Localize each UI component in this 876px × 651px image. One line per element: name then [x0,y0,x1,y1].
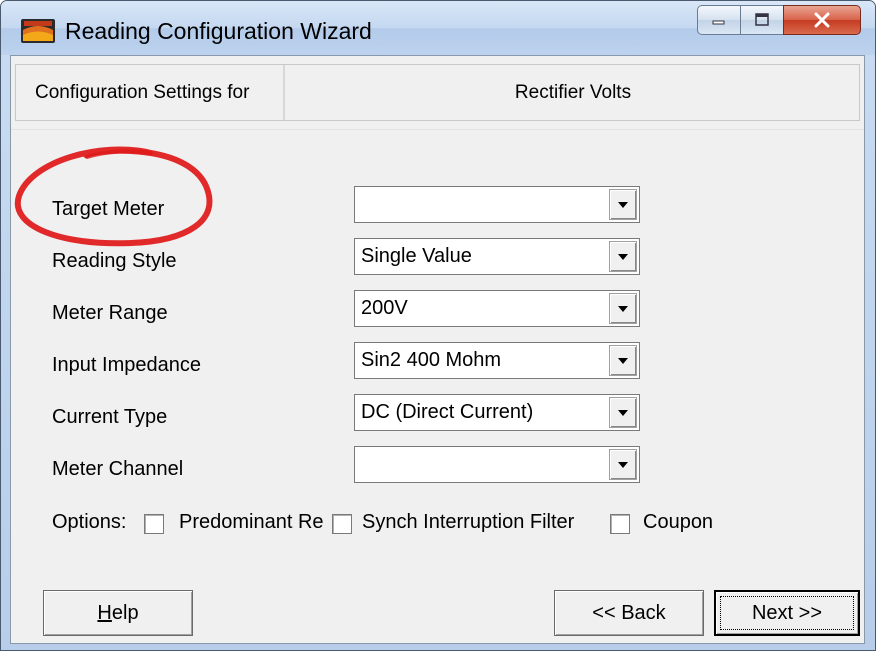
config-header: Configuration Settings for Rectifier Vol… [15,64,860,121]
reading-style-value: Single Value [361,245,472,267]
wizard-content: Configuration Settings for Rectifier Vol… [10,55,865,644]
dropdown-arrow-icon [618,253,628,260]
input-impedance-select[interactable]: Sin2 400 Mohm [354,342,640,379]
coupon-checkbox-label[interactable]: Coupon [643,511,713,534]
input-impedance-label: Input Impedance [52,354,201,376]
synch-interruption-filter-label[interactable]: Synch Interruption Filter [362,511,574,534]
wizard-window: Reading Configuration Wizard Configurati… [0,0,876,651]
reading-style-dropdown-button[interactable] [609,241,637,272]
dropdown-arrow-icon [618,201,628,208]
minimize-button[interactable] [697,5,741,35]
back-button-label: << Back [592,601,666,624]
predominant-checkbox[interactable] [144,514,164,534]
dropdown-arrow-icon [618,409,628,416]
target-meter-dropdown-button[interactable] [609,189,637,220]
help-button-label: Help [97,601,139,624]
target-meter-label: Target Meter [52,198,165,220]
meter-channel-select[interactable] [354,446,640,483]
current-type-label: Current Type [52,406,168,428]
focus-rectangle [720,596,854,630]
app-logo-icon [21,19,55,43]
maximize-button[interactable] [740,5,784,35]
predominant-checkbox-label[interactable]: Predominant Re [179,511,329,534]
reading-style-select[interactable]: Single Value [354,238,640,275]
reading-style-label: Reading Style [52,250,177,272]
current-type-select[interactable]: DC (Direct Current) [354,394,640,431]
meter-range-label: Meter Range [52,302,168,324]
window-title: Reading Configuration Wizard [65,18,372,44]
close-icon [814,12,830,28]
back-button[interactable]: << Back [554,590,704,636]
next-button[interactable]: Next >> [714,590,860,636]
options-label: Options: [52,511,127,533]
caption-buttons [697,5,861,39]
dropdown-arrow-icon [618,461,628,468]
help-button[interactable]: Help [43,590,193,636]
meter-channel-dropdown-button[interactable] [609,449,637,480]
dropdown-arrow-icon [618,357,628,364]
current-type-value: DC (Direct Current) [361,401,534,423]
target-meter-select[interactable] [354,186,640,223]
title-bar[interactable]: Reading Configuration Wizard [1,1,875,55]
minimize-icon [712,20,725,25]
meter-range-value: 200V [361,297,408,319]
header-divider [11,129,864,130]
input-impedance-dropdown-button[interactable] [609,345,637,376]
meter-channel-label: Meter Channel [52,458,184,480]
current-type-dropdown-button[interactable] [609,397,637,428]
input-impedance-value: Sin2 400 Mohm [361,349,502,371]
config-header-target: Rectifier Volts [514,82,632,103]
dropdown-arrow-icon [618,305,628,312]
coupon-checkbox[interactable] [610,514,630,534]
maximize-icon [755,13,769,26]
meter-range-dropdown-button[interactable] [609,293,637,324]
options-row: Options: Predominant Re Synch Interrupti… [52,511,852,539]
close-button[interactable] [783,5,861,35]
synch-interruption-filter-checkbox[interactable] [332,514,352,534]
config-header-label: Configuration Settings for [16,65,285,120]
meter-range-select[interactable]: 200V [354,290,640,327]
